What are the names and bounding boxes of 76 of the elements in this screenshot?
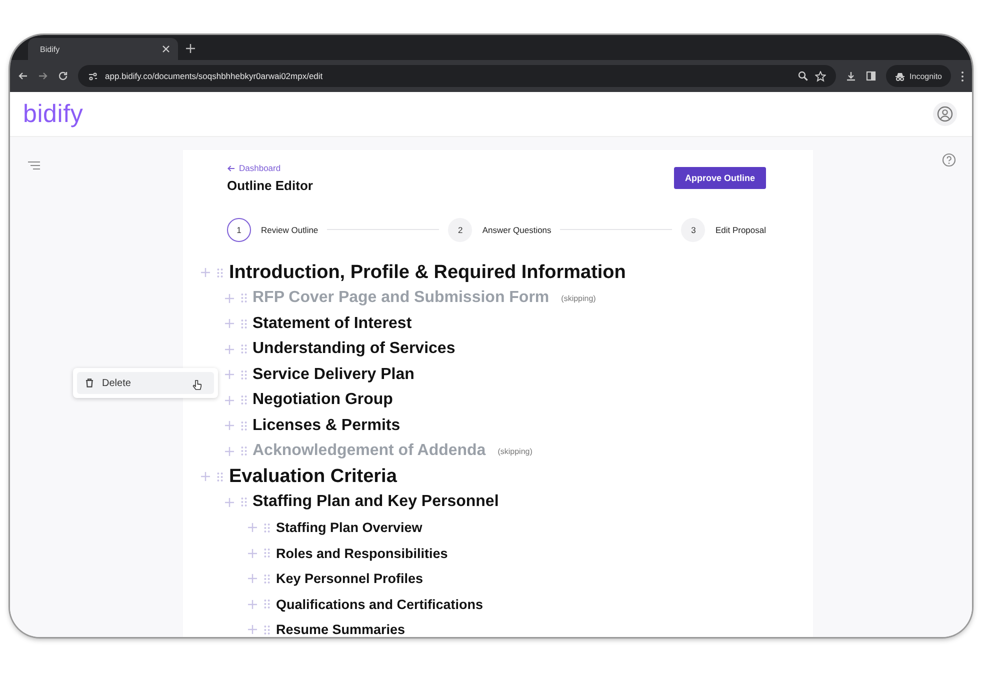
drag-handle-icon[interactable] [217, 268, 223, 278]
drag-handle-icon[interactable] [217, 472, 223, 482]
drag-handle-icon[interactable] [240, 318, 246, 329]
step-label[interactable]: Answer Questions [482, 224, 552, 234]
add-icon[interactable] [224, 446, 234, 456]
reload-icon[interactable] [58, 71, 68, 81]
drag-handle-icon[interactable] [264, 599, 270, 610]
drag-handle-icon[interactable] [240, 395, 246, 406]
step-label[interactable]: Edit Proposal [715, 224, 766, 234]
add-icon[interactable] [224, 421, 234, 430]
browser-tab[interactable]: Bidify [28, 38, 178, 60]
add-icon[interactable] [248, 625, 257, 634]
outline-toggle-icon[interactable] [28, 161, 40, 170]
approve-outline-button[interactable]: Approve Outline [674, 167, 766, 189]
outline-heading[interactable]: Key Personnel Profiles [276, 571, 424, 586]
outline-heading[interactable]: Licenses & Permits [252, 416, 400, 435]
step-number[interactable]: 2 [448, 218, 472, 242]
account-icon[interactable] [933, 102, 957, 126]
close-icon[interactable] [162, 45, 170, 53]
drag-handle-icon[interactable] [264, 624, 270, 635]
logo[interactable]: bidify [23, 100, 84, 128]
site-info-icon[interactable] [88, 72, 98, 80]
drag-handle-icon[interactable] [240, 446, 246, 456]
step-label[interactable]: Review Outline [261, 224, 318, 234]
step-number[interactable]: 3 [681, 218, 706, 242]
skipping-label: (skipping) [561, 294, 596, 303]
add-icon[interactable] [224, 498, 234, 507]
forward-icon[interactable] [38, 71, 48, 81]
outline-heading[interactable]: Staffing Plan and Key Personnel [252, 493, 499, 512]
outline-heading[interactable]: Qualifications and Certifications [276, 596, 484, 612]
menu-icon[interactable] [961, 70, 964, 82]
drag-handle-icon[interactable] [264, 574, 270, 584]
outline-heading[interactable]: Staffing Plan Overview [276, 520, 422, 536]
add-icon[interactable] [224, 370, 234, 380]
add-icon[interactable] [248, 548, 257, 558]
drag-handle-icon[interactable] [240, 420, 246, 431]
dashboard-link[interactable]: Dashboard [227, 163, 313, 173]
outline-heading[interactable]: Negotiation Group [252, 391, 393, 410]
back-arrow-icon [227, 164, 235, 172]
cursor-icon [192, 379, 202, 391]
add-icon[interactable] [224, 344, 234, 354]
zoom-icon[interactable] [798, 71, 808, 81]
outline-heading[interactable]: Statement of Interest [252, 314, 412, 333]
add-icon[interactable] [224, 319, 234, 328]
outline-heading[interactable]: Understanding of Services [252, 340, 456, 358]
side-panel-icon[interactable] [866, 71, 876, 81]
trash-icon [85, 378, 94, 388]
drag-handle-icon[interactable] [264, 522, 270, 533]
drag-handle-icon[interactable] [240, 293, 246, 304]
drag-handle-icon[interactable] [264, 548, 270, 558]
menu-item[interactable]: Delete [77, 372, 214, 394]
add-icon[interactable] [224, 396, 234, 405]
add-icon[interactable] [224, 294, 234, 303]
add-icon[interactable] [201, 472, 210, 482]
add-icon[interactable] [248, 523, 257, 532]
outline-heading[interactable]: Evaluation Criteria [229, 466, 397, 488]
step-number[interactable]: 1 [227, 218, 251, 242]
add-icon[interactable] [201, 268, 210, 278]
drag-handle-icon[interactable] [240, 370, 246, 380]
skipping-label: (skipping) [498, 446, 532, 456]
outline-heading[interactable]: Resume Summaries [276, 622, 406, 637]
bookmark-star-icon[interactable] [814, 70, 826, 82]
address-bar[interactable]: app.bidify.co/documents/soqshbhhebkyr0arwai02mpx/edit [78, 65, 836, 87]
drag-handle-icon[interactable] [240, 344, 246, 354]
outline-heading[interactable]: Introduction, Profile & Required Information [229, 262, 626, 284]
back-icon[interactable] [18, 71, 28, 81]
new-tab-icon[interactable] [186, 44, 195, 53]
drag-handle-icon[interactable] [240, 497, 246, 508]
page-title: Outline Editor [227, 178, 313, 193]
add-icon[interactable] [248, 574, 257, 584]
add-icon[interactable] [248, 600, 257, 609]
download-icon[interactable] [846, 71, 856, 81]
outline-heading[interactable]: Roles and Responsibilities [276, 546, 448, 561]
outline-heading[interactable]: Service Delivery Plan [252, 366, 414, 384]
incognito-badge[interactable]: Incognito [886, 65, 951, 87]
help-icon[interactable] [942, 153, 956, 167]
